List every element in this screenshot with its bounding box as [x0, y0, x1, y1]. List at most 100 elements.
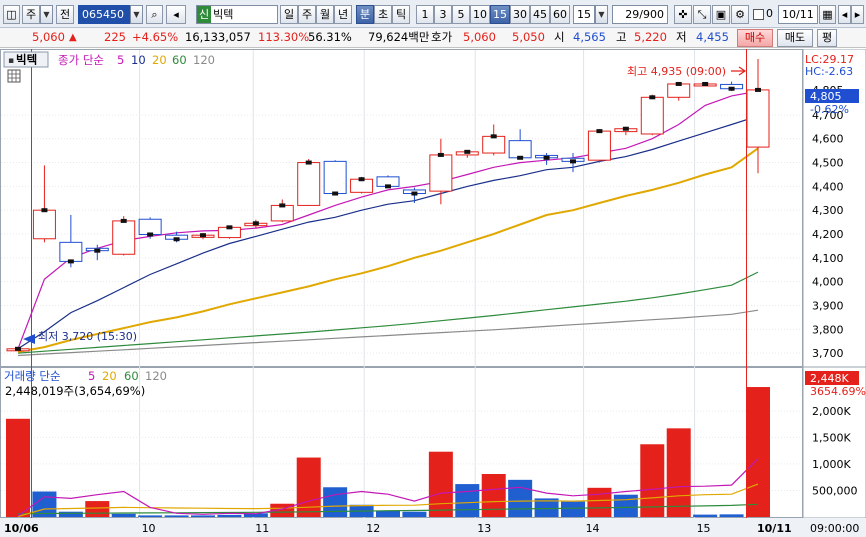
prev-icon[interactable]: ◂: [838, 5, 851, 24]
time-tick-label: 12: [366, 522, 380, 535]
time-tick-label: 13: [477, 522, 491, 535]
time-tick-label: 15: [697, 522, 711, 535]
candle-body: [32, 209, 56, 240]
interval-5[interactable]: 5: [452, 5, 470, 24]
candle-body: [323, 160, 347, 195]
layout-icon[interactable]: ◫: [3, 5, 20, 24]
menu-button-1[interactable]: 주: [22, 5, 40, 24]
candle-body: [138, 218, 162, 235]
interval-60[interactable]: 60: [550, 5, 570, 24]
date-checkbox[interactable]: [753, 9, 764, 20]
quote-bar: 5,060 ▲ 225 +4.65% 16,133,057 113.30% 56…: [0, 28, 866, 48]
menu-button-2[interactable]: 전: [56, 5, 74, 24]
price-tick-label: 4,100: [812, 252, 844, 265]
volume-bar: [693, 514, 718, 517]
ask-label: 호가: [431, 30, 453, 44]
volume-tick-label: 1,000K: [812, 458, 851, 471]
interval-input[interactable]: 15: [573, 5, 595, 24]
volume-bar: [164, 515, 189, 517]
candle-close-marker: [120, 218, 127, 223]
time-tick-label: 10/06: [4, 522, 39, 535]
volume-bar: [719, 514, 744, 517]
stock-code-field[interactable]: 065450: [78, 5, 130, 24]
time-tick-label: 10: [142, 522, 156, 535]
low-annotation: 최저 3,720 (15:30): [38, 330, 137, 343]
volume-legend-ma120: 120: [145, 369, 167, 383]
tab-period-day[interactable]: 일: [280, 5, 298, 24]
grid-toggle-icon[interactable]: [7, 69, 21, 83]
page-counter[interactable]: 29/900: [612, 5, 668, 24]
interval-1[interactable]: 1: [416, 5, 434, 24]
tab-period-second[interactable]: 초: [374, 5, 392, 24]
candle-close-marker: [464, 149, 471, 154]
candle-close-marker: [570, 159, 576, 164]
calendar-icon[interactable]: ▦: [819, 5, 836, 24]
current-price: 5,060: [32, 30, 65, 44]
candle-close-marker: [305, 160, 312, 165]
tab-period-month[interactable]: 월: [316, 5, 334, 24]
speaker-icon[interactable]: ◂: [166, 5, 186, 24]
volume-value-marker: 2,448K: [810, 372, 849, 385]
price-volume-chart[interactable]: 3,700 3,800 3,900 4,000 4,100 4,200 4,300 4,400…: [0, 49, 866, 537]
interval-3[interactable]: 3: [434, 5, 452, 24]
tab-period-minute[interactable]: 분: [356, 5, 374, 24]
price-legend-label: 종가 단순: [58, 53, 104, 67]
buy-button[interactable]: 매수: [737, 29, 773, 47]
candle-close-marker: [702, 81, 709, 86]
menu-dropdown-icon[interactable]: ▼: [40, 5, 53, 24]
candle-close-marker: [200, 233, 206, 238]
candle-close-marker: [596, 129, 603, 134]
tab-period-tick[interactable]: 틱: [392, 5, 410, 24]
low-price: 4,455: [696, 30, 729, 44]
legend-ma5: 5: [117, 53, 124, 67]
price-tick-label: 3,900: [812, 299, 844, 312]
volume-summary: 2,448,019주(3,654,69%): [5, 384, 145, 398]
volume-bar: [455, 484, 480, 517]
volume-bar: [6, 418, 30, 517]
draw-tools-icon[interactable]: ⤡: [693, 5, 711, 24]
interval-dropdown-icon[interactable]: ▼: [595, 5, 608, 24]
candle-body: [746, 89, 770, 148]
price-tick-label: 4,200: [812, 228, 844, 241]
crosshair-icon[interactable]: ✜: [674, 5, 692, 24]
price-tick-label: 4,300: [812, 204, 844, 217]
candle-close-marker: [358, 177, 365, 182]
price-change: 225: [104, 30, 126, 44]
candle-close-marker: [543, 155, 550, 160]
candle-close-marker: [41, 208, 48, 213]
candle-close-marker: [332, 191, 339, 196]
volume-bar: [323, 487, 348, 517]
volume-legend-label: 거래량 단순: [4, 369, 61, 383]
volume-bar: [111, 513, 136, 517]
open-price: 4,565: [573, 30, 606, 44]
candle-close-marker: [411, 191, 418, 196]
stock-name-field[interactable]: 신 빅텍: [196, 5, 278, 24]
code-dropdown-icon[interactable]: ▼: [130, 5, 143, 24]
price-tick-label: 4,400: [812, 180, 844, 193]
extra-button[interactable]: 평: [817, 29, 837, 47]
candle-body: [640, 96, 664, 135]
interval-45[interactable]: 45: [530, 5, 550, 24]
screen-icon[interactable]: ▣: [712, 5, 730, 24]
candle-close-marker: [490, 134, 497, 139]
volume-bar: [402, 511, 427, 517]
interval-10[interactable]: 10: [470, 5, 490, 24]
open-label: 시: [554, 30, 565, 44]
interval-15[interactable]: 15: [490, 5, 510, 24]
candle-close-marker: [675, 81, 682, 86]
candle-close-marker: [649, 95, 656, 100]
time-tick-label: 14: [586, 522, 600, 535]
bid-price: 5,050: [512, 30, 545, 44]
volume-bar: [191, 515, 215, 517]
date-field[interactable]: 10/11: [778, 5, 818, 24]
sell-button[interactable]: 매도: [777, 29, 813, 47]
volume-bar: [640, 444, 665, 517]
tab-period-year[interactable]: 년: [334, 5, 352, 24]
volume-legend-ma20: 20: [102, 369, 117, 383]
candle-body: [587, 130, 611, 161]
interval-30[interactable]: 30: [510, 5, 530, 24]
tab-period-week[interactable]: 주: [298, 5, 316, 24]
gear-icon[interactable]: ⚙: [731, 5, 749, 24]
search-icon[interactable]: ⌕: [146, 5, 163, 24]
next-icon[interactable]: ▸: [851, 5, 864, 24]
